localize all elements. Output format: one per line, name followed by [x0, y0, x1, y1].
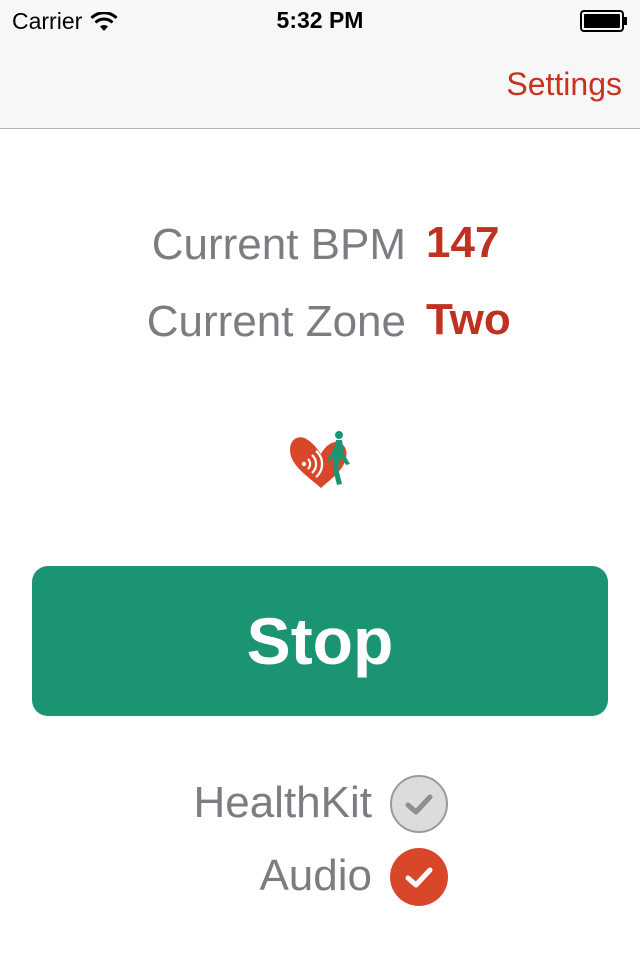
healthkit-checkbox-unchecked-icon[interactable] — [389, 774, 449, 834]
healthkit-toggle-row: HealthKit — [0, 774, 640, 836]
navigation-bar: Carrier 5:32 PM Settings — [0, 0, 640, 129]
zone-label: Current Zone — [146, 297, 406, 346]
audio-toggle-row: Audio — [0, 847, 640, 909]
audio-label: Audio — [259, 851, 372, 900]
battery-icon — [580, 10, 627, 32]
heart-runner-logo-icon — [290, 431, 350, 488]
audio-checkbox-checked-icon[interactable] — [389, 847, 449, 907]
settings-button[interactable]: Settings — [506, 66, 622, 103]
healthkit-label: HealthKit — [193, 778, 372, 827]
status-time: 5:32 PM — [276, 7, 364, 33]
bpm-label: Current BPM — [151, 220, 406, 269]
bpm-row: Current BPM 147 — [0, 218, 640, 280]
stop-button[interactable]: Stop — [32, 566, 608, 716]
bpm-value: 147 — [426, 218, 500, 267]
zone-value: Two — [426, 295, 511, 344]
zone-row: Current Zone Two — [0, 295, 640, 357]
